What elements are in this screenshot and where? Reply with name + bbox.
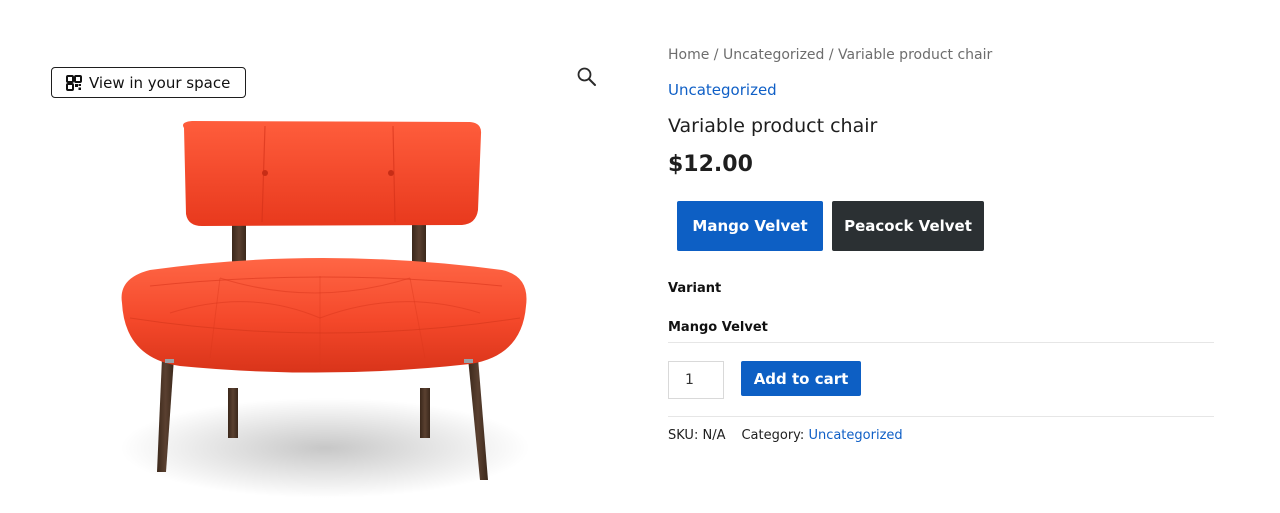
qr-code-icon bbox=[66, 74, 82, 91]
product-title: Variable product chair bbox=[668, 115, 878, 137]
product-meta: SKU: N/A Category: Uncategorized bbox=[668, 428, 903, 443]
swatch-peacock-velvet[interactable]: Peacock Velvet bbox=[832, 201, 984, 251]
swatch-mango-velvet[interactable]: Mango Velvet bbox=[677, 201, 823, 251]
sku-label: SKU: bbox=[668, 428, 699, 443]
product-image[interactable] bbox=[110, 118, 540, 513]
divider bbox=[668, 342, 1214, 343]
product-gallery: View in your space bbox=[40, 40, 610, 509]
variant-selected-value: Mango Velvet bbox=[668, 320, 768, 335]
add-to-cart-button[interactable]: Add to cart bbox=[741, 361, 861, 396]
divider bbox=[668, 416, 1214, 417]
view-in-your-space-button[interactable]: View in your space bbox=[51, 67, 247, 98]
magnifier-icon[interactable] bbox=[576, 66, 598, 88]
variant-attribute-label: Variant bbox=[668, 281, 722, 296]
sku-value: N/A bbox=[702, 428, 726, 443]
breadcrumb-current: Variable product chair bbox=[838, 47, 993, 63]
breadcrumb: Home / Uncategorized / Variable product … bbox=[668, 47, 992, 63]
breadcrumb-separator: / bbox=[709, 47, 723, 63]
breadcrumb-separator: / bbox=[824, 47, 839, 63]
product-category-link[interactable]: Uncategorized bbox=[668, 81, 777, 99]
breadcrumb-home[interactable]: Home bbox=[668, 47, 709, 63]
swatch-label: Mango Velvet bbox=[692, 217, 808, 235]
breadcrumb-uncategorized[interactable]: Uncategorized bbox=[723, 47, 824, 63]
view-in-your-space-label: View in your space bbox=[89, 73, 231, 92]
swatch-label: Peacock Velvet bbox=[844, 217, 972, 235]
category-value-link[interactable]: Uncategorized bbox=[808, 428, 902, 443]
quantity-input[interactable] bbox=[668, 361, 724, 399]
product-price: $12.00 bbox=[668, 152, 753, 177]
category-label: Category: bbox=[741, 428, 805, 443]
